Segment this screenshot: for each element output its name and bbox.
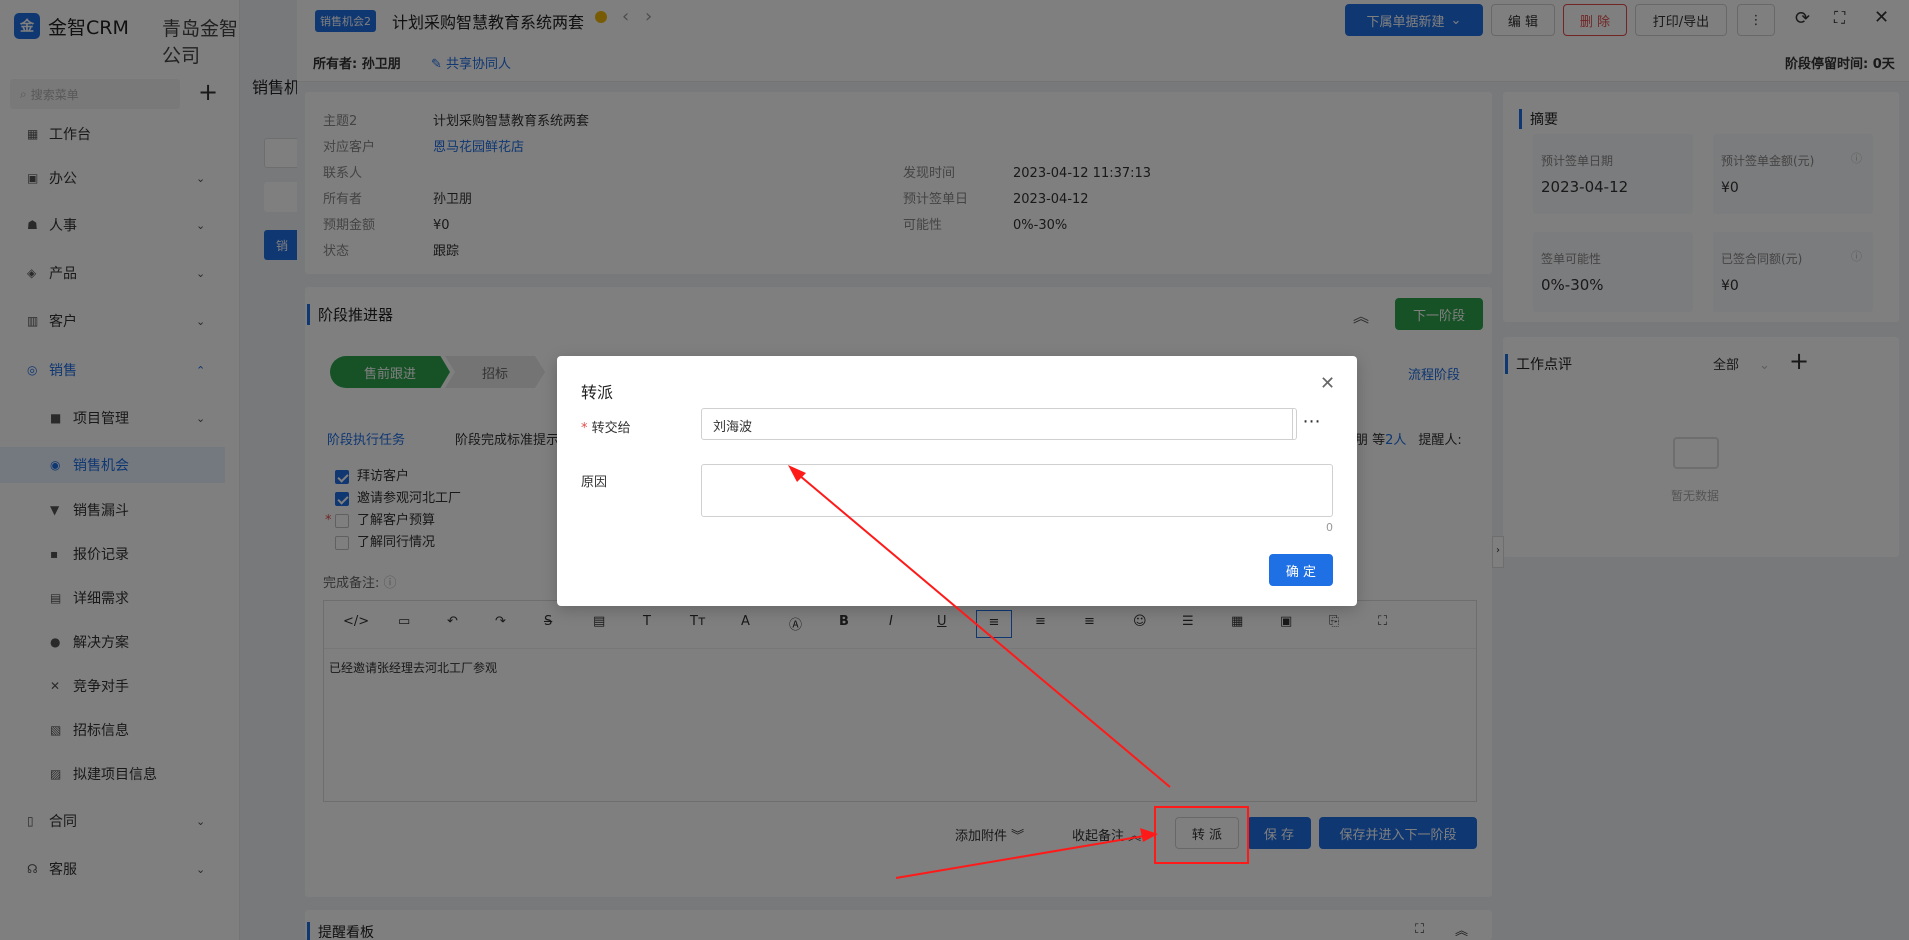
annotation-arrow xyxy=(792,469,1171,788)
annotation-arrow xyxy=(895,834,1151,879)
highlight-box xyxy=(1154,806,1249,864)
annotation-layer xyxy=(788,465,1249,879)
